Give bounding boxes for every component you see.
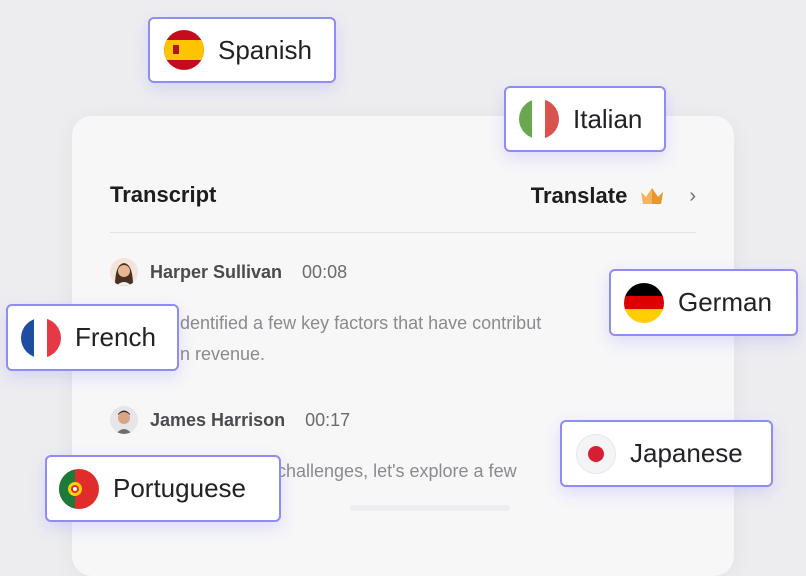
language-label: Spanish — [218, 34, 312, 65]
language-chip-japanese[interactable]: Japanese — [560, 420, 773, 487]
speaker-name: Harper Sullivan — [150, 261, 283, 282]
language-chip-portuguese[interactable]: Portuguese — [45, 455, 281, 522]
language-chip-german[interactable]: German — [609, 269, 798, 336]
language-label: Portuguese — [113, 473, 246, 503]
portugal-flag-icon — [59, 468, 99, 509]
language-label: French — [75, 322, 156, 352]
italy-flag-icon — [519, 99, 559, 139]
language-chip-italian[interactable]: Italian — [504, 86, 666, 152]
language-chip-french[interactable]: French — [6, 304, 179, 371]
language-label: German — [678, 287, 772, 317]
language-chip-spanish[interactable]: Spanish — [148, 17, 336, 83]
divider — [110, 232, 696, 233]
timestamp: 00:08 — [302, 261, 348, 282]
language-label: Japanese — [630, 438, 743, 468]
japan-flag-icon — [576, 433, 616, 474]
transcript-title: Transcript — [110, 182, 217, 207]
placeholder-line — [350, 505, 510, 511]
speaker-name: James Harrison — [150, 409, 286, 430]
crown-icon — [641, 188, 664, 204]
translate-label: Translate — [530, 183, 628, 208]
france-flag-icon — [21, 317, 61, 358]
timestamp: 00:17 — [305, 409, 351, 430]
spain-flag-icon — [164, 30, 204, 70]
transcript-line: in revenue. — [176, 344, 266, 364]
card-header: Transcript Translate › — [110, 182, 696, 232]
avatar — [110, 258, 138, 286]
avatar — [110, 406, 138, 434]
translate-button[interactable]: Translate › — [531, 182, 696, 210]
chevron-right-icon[interactable]: › — [689, 185, 696, 208]
language-label: Italian — [573, 103, 643, 134]
germany-flag-icon — [624, 282, 664, 323]
